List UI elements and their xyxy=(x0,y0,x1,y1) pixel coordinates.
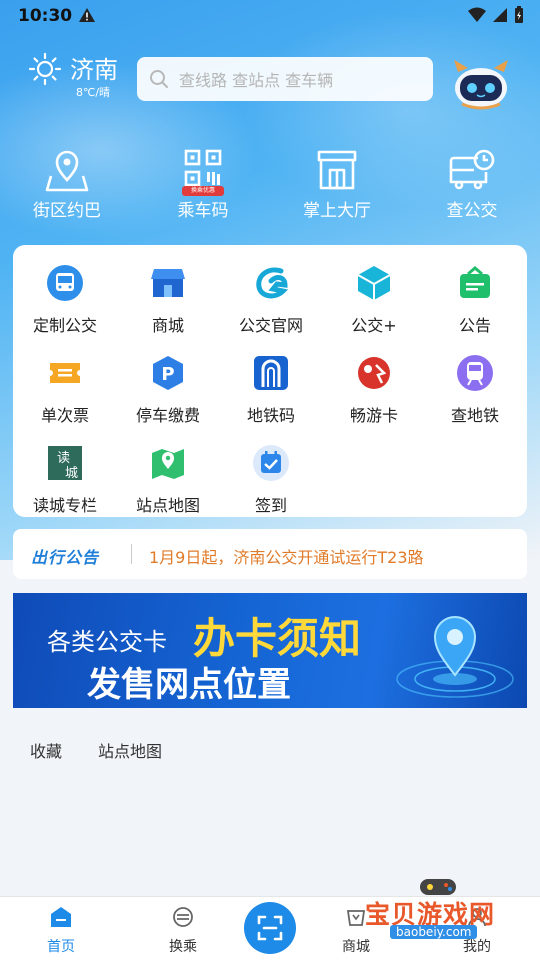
single-ticket-icon xyxy=(50,363,80,383)
service-check-metro[interactable]: 查地铁 xyxy=(423,353,527,426)
service-label: 公交官网 xyxy=(238,316,303,335)
svg-text:P: P xyxy=(161,364,174,385)
svg-text:城: 城 xyxy=(65,466,78,481)
check-in-icon xyxy=(253,445,289,481)
service-announcement[interactable]: 公告 xyxy=(423,263,527,336)
status-time: 10:30 xyxy=(18,6,73,26)
bus-plus-icon xyxy=(357,266,391,300)
wifi-icon xyxy=(468,7,486,22)
quick-label: 街区约巴 xyxy=(33,201,101,221)
services-card: 定制公交 商城 公交官网 公交+ 公告 单次票 P 停车缴费 地铁码 畅游卡 查… xyxy=(13,245,527,517)
bus-clock-icon xyxy=(449,149,495,190)
scan-icon xyxy=(257,915,283,941)
quick-hall[interactable]: 掌上大厅 xyxy=(287,148,387,221)
service-label: 定制公交 xyxy=(32,316,97,335)
travel-notice[interactable]: 出行公告 1月9日起，济南公交开通试运行T23路 xyxy=(13,529,527,579)
service-custom-bus[interactable]: 定制公交 xyxy=(13,263,117,336)
search-placeholder: 查线路 查站点 查车辆 xyxy=(179,71,334,90)
banner-line2: 发售网点位置 xyxy=(87,665,291,705)
nav-label: 首页 xyxy=(47,939,75,955)
weather-text: 8℃/晴 xyxy=(76,86,111,99)
scan-button[interactable] xyxy=(244,902,296,954)
nav-label: 换乘 xyxy=(169,939,197,955)
content-tabs: 收藏 站点地图 xyxy=(30,738,162,762)
service-label: 公告 xyxy=(458,316,491,335)
metro-icon xyxy=(457,355,493,391)
ride-code-badge: 换乘优惠 xyxy=(182,186,224,196)
service-mall[interactable]: 商城 xyxy=(116,263,220,336)
site-watermark: 宝贝游戏网 baobeiy.com xyxy=(360,875,535,955)
service-label: 畅游卡 xyxy=(349,406,398,425)
quick-label: 掌上大厅 xyxy=(303,201,371,221)
quick-jieqv-yueba[interactable]: 街区约巴 xyxy=(17,148,117,221)
service-label: 读城专栏 xyxy=(32,496,97,515)
nav-transfer[interactable]: 换乘 xyxy=(143,905,223,956)
watermark-url: baobeiy.com xyxy=(390,925,478,939)
search-icon xyxy=(150,70,168,88)
quick-actions: 街区约巴 乘车码 掌上大厅 查公交 xyxy=(0,148,540,228)
parking-icon: P xyxy=(153,356,183,390)
service-label: 商城 xyxy=(151,316,184,335)
quick-label: 乘车码 xyxy=(177,201,229,221)
location-pin-graphic xyxy=(396,616,514,698)
service-metro-code[interactable]: 地铁码 xyxy=(219,353,323,426)
custom-bus-icon xyxy=(47,265,83,301)
service-label: 查地铁 xyxy=(450,406,499,425)
quick-label: 查公交 xyxy=(446,201,498,221)
status-bar: 10:30 xyxy=(0,0,540,32)
tour-card-icon xyxy=(358,357,390,389)
tab-favorites[interactable]: 收藏 xyxy=(30,738,62,762)
service-station-map[interactable]: 站点地图 xyxy=(116,443,220,516)
service-single-ticket[interactable]: 单次票 xyxy=(13,353,117,426)
svg-text:读: 读 xyxy=(57,451,70,466)
warning-icon xyxy=(79,8,95,22)
battery-icon xyxy=(515,6,523,23)
notice-message: 1月9日起，济南公交开通试运行T23路 xyxy=(149,548,424,567)
service-tour-card[interactable]: 畅游卡 xyxy=(322,353,426,426)
service-official-site[interactable]: 公交官网 xyxy=(219,263,323,336)
city-name: 济南 xyxy=(70,56,118,84)
tab-station-map[interactable]: 站点地图 xyxy=(98,738,162,762)
transfer-icon xyxy=(173,907,193,927)
service-parking[interactable]: P 停车缴费 xyxy=(116,353,220,426)
read-city-icon: 读城 xyxy=(48,446,82,481)
service-bus-plus[interactable]: 公交+ xyxy=(322,263,426,336)
search-input[interactable]: 查线路 查站点 查车辆 xyxy=(137,57,433,101)
service-label: 地铁码 xyxy=(246,406,295,425)
robot-avatar[interactable] xyxy=(452,58,510,110)
signal-icon xyxy=(493,8,507,22)
promo-banner[interactable]: 各类公交卡 办卡须知 发售网点位置 xyxy=(13,593,527,708)
home-icon xyxy=(51,907,71,927)
announcement-icon xyxy=(460,266,490,298)
quick-ride-code[interactable]: 乘车码 xyxy=(153,148,253,221)
nav-home[interactable]: 首页 xyxy=(21,905,101,956)
official-site-icon xyxy=(256,267,289,299)
service-label: 公交+ xyxy=(351,316,397,335)
station-map-icon xyxy=(152,449,184,479)
hall-icon xyxy=(317,150,357,190)
weather-widget[interactable]: 济南 8℃/晴 xyxy=(28,52,118,99)
map-pin-icon xyxy=(45,150,89,192)
service-check-in[interactable]: 签到 xyxy=(219,443,323,516)
metro-code-icon xyxy=(254,356,288,390)
service-label: 停车缴费 xyxy=(135,406,200,425)
service-label: 单次票 xyxy=(40,406,89,425)
quick-check-bus[interactable]: 查公交 xyxy=(422,148,522,221)
mall-icon xyxy=(151,269,185,297)
service-read-city[interactable]: 读城 读城专栏 xyxy=(13,443,117,516)
service-label: 站点地图 xyxy=(135,496,200,515)
service-label: 签到 xyxy=(254,496,287,515)
banner-line1-prefix: 各类公交卡 xyxy=(47,628,167,656)
notice-divider xyxy=(131,544,132,564)
notice-tag: 出行公告 xyxy=(31,548,100,567)
sun-icon xyxy=(28,52,62,86)
